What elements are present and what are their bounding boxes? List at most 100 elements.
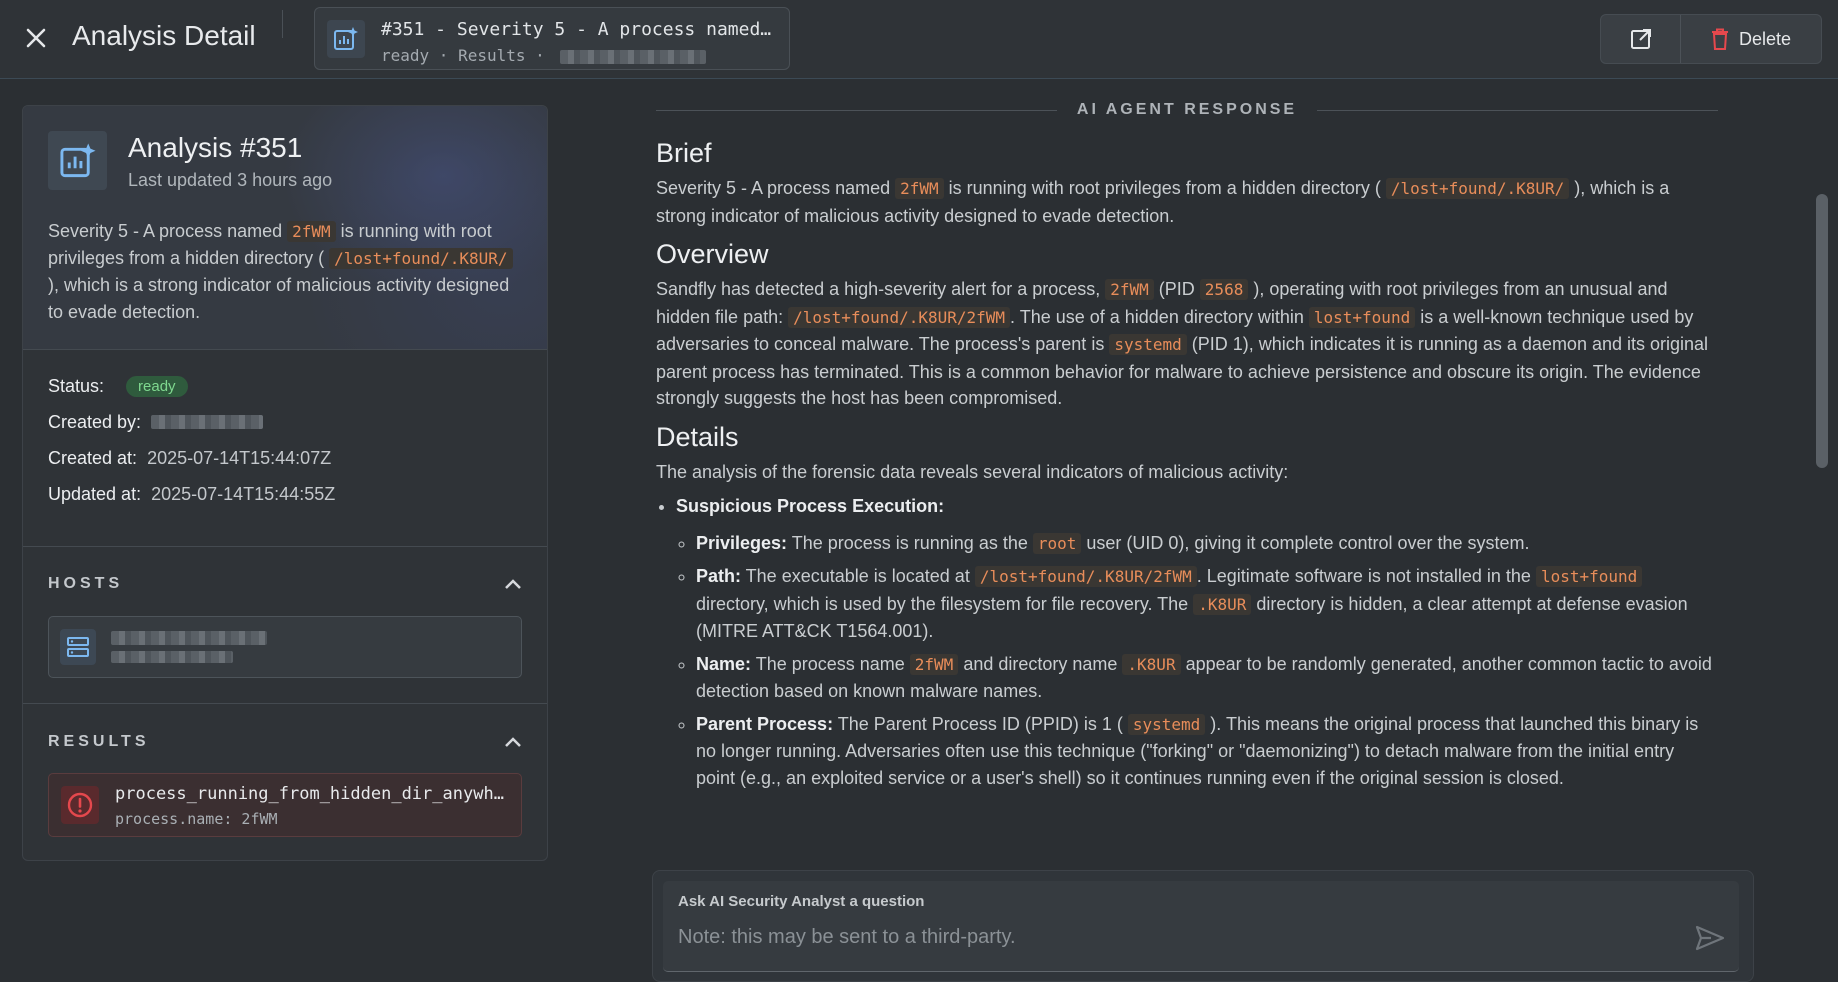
redacted-user: [151, 415, 264, 429]
delete-button[interactable]: Delete: [1681, 15, 1821, 63]
updated-at-value: 2025-07-14T15:44:55Z: [151, 483, 336, 504]
status-row: Status: ready: [48, 368, 518, 404]
hosts-section-header[interactable]: HOSTS: [48, 571, 522, 597]
text: . Legitimate software is not installed i…: [1196, 566, 1536, 586]
updated-at-row: Updated at: 2025-07-14T15:44:55Z: [48, 476, 518, 512]
redacted-hostname: [111, 631, 267, 645]
text: . The use of a hidden directory within: [1010, 306, 1309, 327]
chat-input[interactable]: [676, 919, 1680, 955]
inline-code: /lost+found/.K8UR/2fWM: [788, 306, 1011, 328]
created-at-row: Created at: 2025-07-14T15:44:07Z: [48, 440, 518, 476]
host-item[interactable]: [48, 616, 522, 678]
text: directory, which is used by the filesyst…: [696, 593, 1194, 614]
list-item: Name: The process name 2fWM and director…: [696, 651, 1718, 705]
server-icon: [60, 629, 96, 665]
inline-code: 2fWM: [1105, 279, 1154, 300]
text: Severity 5 - A process named: [656, 178, 896, 198]
page-title: Analysis Detail: [72, 20, 256, 51]
text: user (UID 0), giving it complete control…: [1081, 532, 1530, 553]
text: The Parent Process ID (PPID) is 1 (: [833, 713, 1128, 734]
sub-list: Privileges: The process is running as th…: [676, 530, 1718, 792]
analysis-description: Severity 5 - A process named 2fWM is run…: [48, 218, 518, 326]
chevron-up-icon[interactable]: [504, 736, 522, 748]
redacted-host: [560, 49, 707, 64]
results-section-header[interactable]: RESULTS: [48, 729, 522, 755]
status-label: Status:: [48, 375, 105, 396]
inline-code: .K8UR: [1122, 653, 1181, 675]
desc-text: Severity 5 - A process named: [48, 221, 288, 241]
item-label: Name:: [696, 653, 752, 674]
analysis-title: Analysis #351: [128, 132, 303, 163]
result-title: process_running_from_hidden_dir_anywhere: [115, 784, 511, 804]
item-label: Path:: [696, 566, 741, 586]
created-by-label: Created by:: [48, 411, 142, 432]
divider: [23, 703, 547, 704]
desc-text: ), which is a strong indicator of malici…: [48, 275, 510, 322]
divider: [282, 10, 283, 38]
inline-code: .K8UR: [1193, 593, 1252, 615]
created-at-value: 2025-07-14T15:44:07Z: [147, 447, 332, 468]
brief-text: Severity 5 - A process named 2fWM is run…: [656, 175, 1718, 229]
top-bar: Analysis Detail #351 - Severity 5 - A pr…: [0, 0, 1838, 79]
action-group: Delete: [1600, 14, 1822, 64]
last-updated: Last updated 3 hours ago: [128, 170, 333, 190]
list-item: Privileges: The process is running as th…: [696, 530, 1718, 558]
scrollbar-thumb[interactable]: [1816, 194, 1828, 468]
open-external-button[interactable]: [1601, 15, 1681, 63]
chat-panel: Ask AI Security Analyst a question: [652, 870, 1754, 982]
chat-label: Ask AI Security Analyst a question: [678, 893, 925, 910]
response-label: AI AGENT RESPONSE: [1076, 101, 1298, 118]
send-button[interactable]: [1693, 921, 1727, 955]
text: and directory name: [958, 653, 1123, 674]
analysis-summary-panel: Analysis #351 Last updated 3 hours ago S…: [22, 105, 548, 861]
text: is running with root privileges from a h…: [943, 178, 1386, 198]
path-code: /lost+found/.K8UR/: [329, 248, 513, 269]
list-item: Parent Process: The Parent Process ID (P…: [696, 711, 1718, 792]
close-icon: [26, 28, 46, 48]
scrollbar[interactable]: [1812, 80, 1830, 860]
divider: [656, 109, 1057, 111]
inline-code: systemd: [1127, 713, 1206, 735]
inline-code: 2568: [1199, 279, 1249, 300]
analysis-sparkle-icon: [48, 131, 107, 190]
redacted-host-ip: [111, 651, 233, 663]
analysis-sparkle-icon: [327, 20, 365, 58]
brief-heading: Brief: [656, 138, 712, 168]
inline-code: 2fWM: [895, 178, 944, 199]
list-item: Path: The executable is located at /lost…: [696, 563, 1718, 645]
results-label: RESULTS: [48, 733, 150, 750]
chat-box: Ask AI Security Analyst a question: [663, 881, 1739, 972]
details-heading: Details: [656, 421, 739, 452]
result-item[interactable]: process_running_from_hidden_dir_anywhere…: [48, 773, 522, 837]
overview-text: Sandfly has detected a high-severity ale…: [656, 276, 1718, 412]
analysis-tab[interactable]: #351 - Severity 5 - A process named 2fWM…: [314, 7, 790, 70]
external-link-icon: [1630, 29, 1651, 49]
status-badge: ready: [126, 375, 188, 397]
inline-code: lost+found: [1535, 566, 1643, 587]
inline-code: systemd: [1109, 334, 1187, 355]
send-icon: [1695, 925, 1725, 951]
item-label: Parent Process:: [696, 713, 834, 734]
summary-header: Analysis #351 Last updated 3 hours ago S…: [23, 106, 547, 350]
tab-subtitle: ready · Results ·: [381, 46, 707, 65]
process-name-code: 2fWM: [287, 221, 336, 242]
text: (PID: [1153, 279, 1200, 299]
agent-response: AI AGENT RESPONSE Brief Severity 5 - A p…: [656, 92, 1718, 860]
updated-at-label: Updated at:: [48, 483, 142, 504]
created-by-row: Created by:: [48, 404, 518, 440]
item-label: Privileges:: [696, 532, 788, 553]
chevron-up-icon[interactable]: [504, 578, 522, 590]
inline-code: 2fWM: [909, 653, 959, 675]
details-list: Suspicious Process Execution: Privileges…: [656, 493, 1718, 791]
divider: [23, 546, 547, 547]
inline-code: /lost+found/.K8UR/: [1385, 178, 1570, 199]
bullet-heading: Suspicious Process Execution:: [676, 496, 945, 516]
inline-code: root: [1032, 532, 1082, 554]
delete-label: Delete: [1738, 28, 1792, 49]
alert-circle-icon: [61, 786, 99, 824]
hosts-label: HOSTS: [48, 575, 124, 592]
response-header: AI AGENT RESPONSE: [656, 92, 1718, 128]
text: The executable is located at: [741, 566, 975, 586]
close-button[interactable]: [20, 22, 52, 54]
trash-icon: [1711, 28, 1728, 50]
